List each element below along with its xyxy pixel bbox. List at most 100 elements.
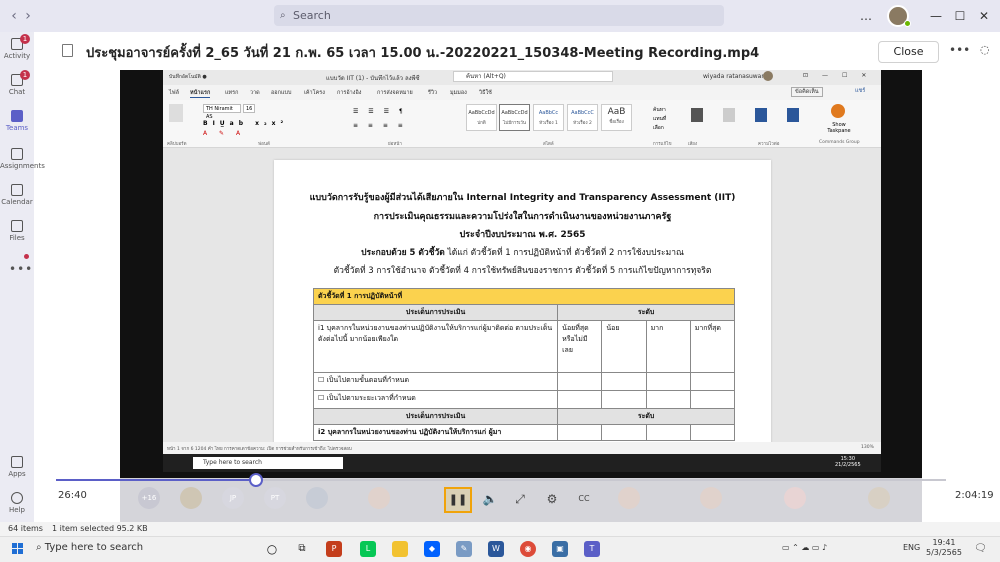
powerpoint-icon[interactable]: P: [326, 541, 342, 557]
word-menu-bar: ไฟล์ หน้าแรก แทรก วาด ออกแบบ เค้าโครง กา…: [163, 85, 881, 100]
reuse-icon: [787, 108, 799, 122]
word-user-avatar: [763, 71, 773, 81]
pen-tool-icon[interactable]: ✎: [456, 541, 472, 557]
rail-item-teams[interactable]: Teams: [0, 108, 34, 144]
dropbox-icon[interactable]: ◆: [424, 541, 440, 557]
more-options-button[interactable]: •••: [949, 43, 970, 57]
more-participants-badge[interactable]: +16: [138, 487, 160, 509]
col-level-header: ระดับ: [557, 304, 735, 321]
col-level-header-2: ระดับ: [557, 408, 735, 425]
doc-indicators-line-2: ตัวชี้วัดที่ 3 การใช้อำนาจ ตัวชี้วัดที่ …: [333, 266, 712, 276]
video-file-icon: [62, 44, 73, 57]
participant-initials-pt: PT: [264, 487, 286, 509]
maximize-button[interactable]: ☐: [951, 7, 969, 25]
taskpane-icon: [831, 104, 845, 118]
comment-button: ข้อคิดเห็น: [791, 87, 823, 97]
minimize-button[interactable]: —: [927, 7, 945, 25]
notifications-icon[interactable]: 🗨: [974, 543, 987, 554]
word-icon[interactable]: W: [488, 541, 504, 557]
file-explorer-icon[interactable]: [392, 541, 408, 557]
table-row-option-2: ☐ เป็นไปตามระยะเวลาที่กำหนด: [312, 390, 559, 409]
calendar-icon: [11, 184, 23, 196]
doc-indicators-line: ประกอบด้วย 5 ตัวชี้วัด ได้แก่ ตัวชี้วัดท…: [361, 248, 684, 258]
participant-avatar: [700, 487, 722, 509]
doc-heading-3: ประจำปีงบประมาณ พ.ศ. 2565: [459, 230, 586, 240]
word-status-bar: หน้า 1 จาก 6 1204 คำ ไทย การคาดเดาข้อควา…: [163, 442, 881, 454]
participant-avatar: [306, 487, 328, 509]
settings-more-button[interactable]: …: [857, 7, 875, 25]
word-title-bar: บันทึกอัตโนมัติ ● แบบวัด IIT (1) - บันทึ…: [163, 70, 881, 85]
menu-view: มุมมอง: [450, 90, 467, 96]
activity-badge: 1: [20, 34, 30, 44]
file-title: ประชุมอาจารย์ครั้งที่ 2_65 วันที่ 21 ก.พ…: [86, 46, 760, 61]
doc-heading-2: การประเมินคุณธรรมและความโปร่งใสในการดำเน…: [373, 212, 672, 222]
style-normal: AaBbCcDd ปกติ: [466, 104, 497, 131]
windows-start-icon[interactable]: [12, 543, 24, 555]
editor-icon: [755, 108, 767, 122]
volume-icon[interactable]: 🔈: [480, 489, 500, 509]
participant-initials-jp: JP: [222, 487, 244, 509]
style-heading-2: AaBbCcC หัวเรื่อง 2: [567, 104, 598, 131]
table-section-header: ตัวชี้วัดที่ 1 การปฏิบัติหน้าที่: [313, 288, 735, 305]
menu-help: วิธีใช้: [479, 90, 492, 96]
editing-group: ค้นหา แทนที่ เลือก: [653, 107, 667, 131]
item-count: 64 items: [8, 524, 43, 533]
participant-avatar: [868, 487, 890, 509]
close-window-button[interactable]: ✕: [975, 7, 993, 25]
taskbar-search[interactable]: ⌕ Type here to search: [36, 542, 143, 553]
settings-gear-icon[interactable]: ⚙: [542, 489, 562, 509]
close-button[interactable]: Close: [878, 41, 939, 63]
teams-icon: [11, 110, 23, 122]
rail-item-apps[interactable]: Apps: [0, 454, 34, 490]
rail-item-help[interactable]: Help: [0, 490, 34, 526]
pause-button[interactable]: ❚❚: [444, 487, 472, 513]
apps-icon: [11, 456, 23, 468]
menu-insert: แทรก: [225, 90, 239, 96]
assessment-table: ตัวชี้วัดที่ 1 การปฏิบัติหน้าที่ ประเด็น…: [312, 288, 736, 441]
inner-taskbar-search: Type here to search: [193, 457, 343, 469]
cortana-icon[interactable]: ○: [264, 541, 280, 557]
font-name-box: TH Niramit AS: [203, 104, 241, 120]
search-input[interactable]: ⌕ Search: [274, 5, 724, 26]
chat-badge: 1: [20, 70, 30, 80]
dictate-icon: [691, 108, 703, 122]
col-issue-header: ประเด็นการประเมิน: [312, 304, 559, 321]
tray-icons[interactable]: ▭ ⌃ ☁ ▭ ♪: [782, 543, 827, 552]
system-clock[interactable]: 19:41 5/3/2565: [926, 538, 962, 558]
forward-arrow-icon[interactable]: ›: [20, 8, 36, 24]
menu-file: ไฟล์: [169, 90, 180, 96]
level-little: น้อย: [601, 320, 647, 373]
menu-review: รีวิว: [428, 90, 438, 96]
conversation-icon[interactable]: ◌: [980, 43, 990, 56]
chrome-icon[interactable]: ◉: [520, 541, 536, 557]
align-buttons: ≡ ≡ ≡ ≡: [353, 122, 407, 129]
rail-item-assignments[interactable]: Assignments: [0, 146, 45, 182]
autosave-toggle: บันทึกอัตโนมัติ ●: [169, 74, 207, 80]
menu-references: การอ้างอิง: [337, 90, 362, 96]
assignments-icon: [11, 148, 23, 160]
doc-heading-1: แบบวัดการรับรู้ของผู้มีส่วนได้เสียภายใน …: [309, 193, 736, 203]
rail-item-files[interactable]: Files: [0, 218, 34, 254]
word-doc-title: แบบวัด IIT (1) - บันทึกไว้แล้ว ลงพีซี: [326, 75, 420, 82]
share-button: แชร์: [855, 88, 866, 94]
rail-item-calendar[interactable]: Calendar: [0, 182, 34, 218]
teams-taskbar-icon[interactable]: T: [584, 541, 600, 557]
line-icon[interactable]: L: [360, 541, 376, 557]
table-row-q2: i2 บุคลากรในหน่วยงานของท่าน ปฏิบัติงานให…: [312, 424, 559, 441]
captions-icon[interactable]: CC: [574, 489, 594, 509]
rail-item-activity[interactable]: Activity 1: [0, 34, 34, 72]
screen: ‹ › ⌕ Search … — ☐ ✕ Activity 1 Chat 1 T…: [0, 0, 1000, 562]
snipping-tool-icon[interactable]: ▣: [552, 541, 568, 557]
fullscreen-icon[interactable]: ⤢: [510, 489, 530, 509]
menu-layout: เค้าโครง: [304, 90, 325, 96]
zoom-level: 130%: [861, 445, 874, 450]
rail-item-chat[interactable]: Chat 1: [0, 70, 34, 108]
word-user-name: wiyada ratanasuwan: [703, 73, 766, 80]
col-issue-header-2: ประเด็นการประเมิน: [312, 408, 559, 425]
help-icon: [11, 492, 23, 504]
current-time: 26:40: [58, 490, 87, 501]
input-language[interactable]: ENG: [903, 543, 920, 552]
table-row-option-1: ☐ เป็นไปตามขั้นตอนที่กำหนด: [312, 372, 559, 391]
task-view-icon[interactable]: ⧉: [294, 541, 310, 557]
more-apps-button[interactable]: •••: [9, 262, 33, 276]
